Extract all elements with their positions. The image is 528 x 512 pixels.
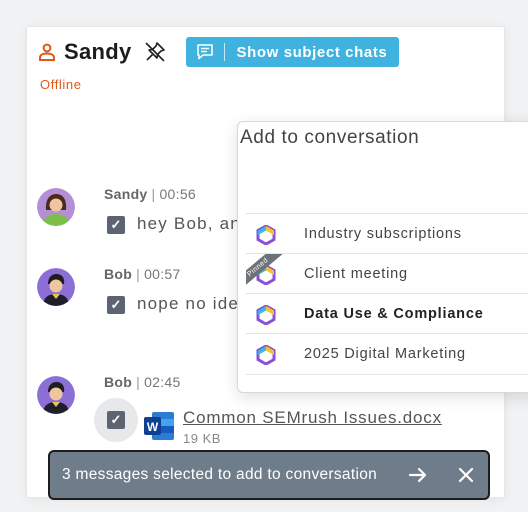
hexagon-logo-icon <box>256 345 276 365</box>
show-subject-chats-button[interactable]: Show subject chats <box>185 37 400 67</box>
close-icon[interactable] <box>454 463 478 487</box>
message-time: 00:57 <box>144 266 181 282</box>
conversation-item[interactable]: Pinned Client meeting <box>246 253 528 294</box>
message-sender: Sandy <box>104 186 148 202</box>
contact-name: Sandy <box>64 39 132 64</box>
message-sender: Bob <box>104 374 133 390</box>
message-checkbox[interactable]: ✓ <box>107 216 125 234</box>
message-text: nope no ide <box>137 294 240 313</box>
attachment-size: 19 KB <box>183 431 221 446</box>
message-meta: Bob | 02:45 <box>104 374 181 390</box>
presence-status: Offline <box>40 77 82 92</box>
meta-separator: | <box>136 266 141 282</box>
conversation-label: Client meeting <box>304 266 408 282</box>
message-sender: Bob <box>104 266 133 282</box>
show-subject-chats-label: Show subject chats <box>236 43 388 61</box>
message-text: hey Bob, an <box>137 214 241 233</box>
chat-header: Sandy Show subject chats <box>38 36 400 68</box>
person-icon <box>39 43 55 61</box>
conversation-item[interactable]: 2025 Digital Marketing <box>246 333 528 375</box>
selection-snackbar: 3 messages selected to add to conversati… <box>48 450 490 500</box>
conversation-label: Data Use & Compliance <box>304 306 484 322</box>
unpin-icon[interactable] <box>144 41 166 63</box>
selection-count-text: 3 messages selected to add to conversati… <box>62 466 378 483</box>
chat-bubble-icon <box>196 44 213 60</box>
svg-text:W: W <box>147 420 159 434</box>
message-time: 00:56 <box>159 186 196 202</box>
meta-separator: | <box>136 374 141 390</box>
message-meta: Sandy | 00:56 <box>104 186 196 202</box>
conversation-item[interactable]: Data Use & Compliance <box>246 293 528 334</box>
message-meta: Bob | 00:57 <box>104 266 181 282</box>
hexagon-logo-icon <box>256 305 276 325</box>
meta-separator: | <box>151 186 156 202</box>
conversation-label: 2025 Digital Marketing <box>304 346 466 362</box>
message-time: 02:45 <box>144 374 181 390</box>
attachment-link[interactable]: Common SEMrush Issues.docx <box>183 408 442 428</box>
message-checkbox[interactable]: ✓ <box>107 296 125 314</box>
add-to-conversation-popup: Add to conversation Industry subscriptio… <box>237 121 528 393</box>
conversation-item[interactable]: Industry subscriptions <box>246 213 528 254</box>
message-checkbox[interactable]: ✓ <box>107 411 125 429</box>
popup-title: Add to conversation <box>240 127 420 148</box>
male-avatar <box>37 376 75 414</box>
button-divider <box>223 43 225 61</box>
word-icon: W <box>144 412 174 440</box>
conversation-label: Industry subscriptions <box>304 226 462 242</box>
male-avatar <box>37 268 75 306</box>
hexagon-logo-icon <box>256 225 276 245</box>
arrow-right-icon[interactable] <box>406 463 430 487</box>
female-avatar <box>37 188 75 226</box>
